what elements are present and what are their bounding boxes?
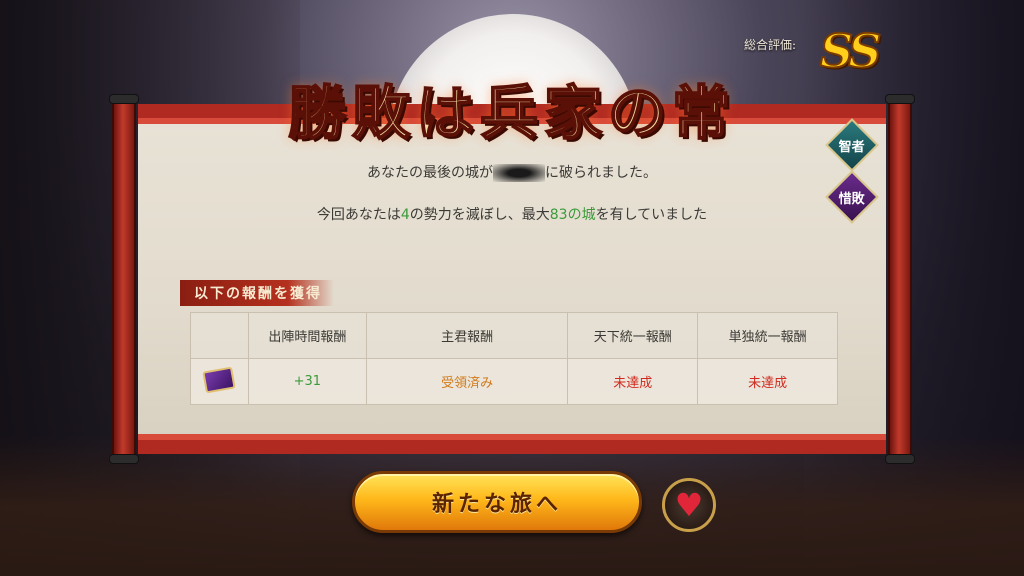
message-line-1-suffix: に破られました。	[545, 165, 657, 181]
badge-wise-label: 智者	[838, 139, 866, 155]
badge-narrow-defeat-label: 惜敗	[838, 191, 866, 207]
rewards-value-row: +31 受領済み 未達成 未達成	[190, 358, 838, 405]
heart-icon: ♥	[674, 486, 704, 524]
message-line-2-part2: の勢力を滅ぼし、最大	[409, 207, 550, 223]
message-line-1: あなたの最後の城が に破られました。	[138, 162, 886, 182]
reward-lord-value: 受領済み	[365, 358, 569, 405]
new-journey-button-label: 新たな旅へ	[431, 491, 562, 517]
destroyed-forces-count: 4	[400, 207, 410, 223]
rewards-table: 出陣時間報酬 主君報酬 天下統一報酬 単独統一報酬 +31 受領済み 未達成 未…	[190, 312, 838, 405]
rewards-header-row: 出陣時間報酬 主君報酬 天下統一報酬 単独統一報酬	[190, 312, 838, 359]
heart-button[interactable]: ♥	[662, 478, 716, 532]
reward-sortie-time-value: +31	[247, 358, 367, 405]
scroll-rod-left	[112, 98, 136, 460]
rod-cap-bottom-right	[885, 454, 915, 464]
message-line-2: 今回あなたは4の勢力を滅ぼし、最大83の城を有していました	[138, 204, 886, 224]
rewards-header-icon-cell	[190, 312, 249, 359]
scroll-rod-right	[888, 98, 912, 460]
message-line-2-part1: 今回あなたは	[316, 207, 401, 223]
max-castles-count: 83の城	[549, 207, 596, 223]
rewards-header-sortie-time: 出陣時間報酬	[247, 312, 367, 359]
rod-cap-bottom-left	[109, 454, 139, 464]
reward-unification-value: 未達成	[567, 358, 699, 405]
message-line-2-part3: を有していました	[595, 207, 708, 223]
message-line-1-prefix: あなたの最後の城が	[367, 165, 493, 181]
rewards-header-solo-unification: 単独統一報酬	[697, 312, 838, 359]
rewards-header-unification: 天下統一報酬	[567, 312, 699, 359]
new-journey-button[interactable]: 新たな旅へ	[352, 471, 642, 533]
reward-item-cell[interactable]	[190, 358, 249, 405]
censored-name	[493, 164, 545, 182]
rating-label: 総合評価:	[744, 38, 797, 52]
rewards-heading: 以下の報酬を獲得	[180, 280, 334, 306]
rewards-header-lord: 主君報酬	[365, 312, 569, 359]
reward-solo-unification-value: 未達成	[697, 358, 838, 405]
purple-scroll-icon	[202, 366, 237, 393]
